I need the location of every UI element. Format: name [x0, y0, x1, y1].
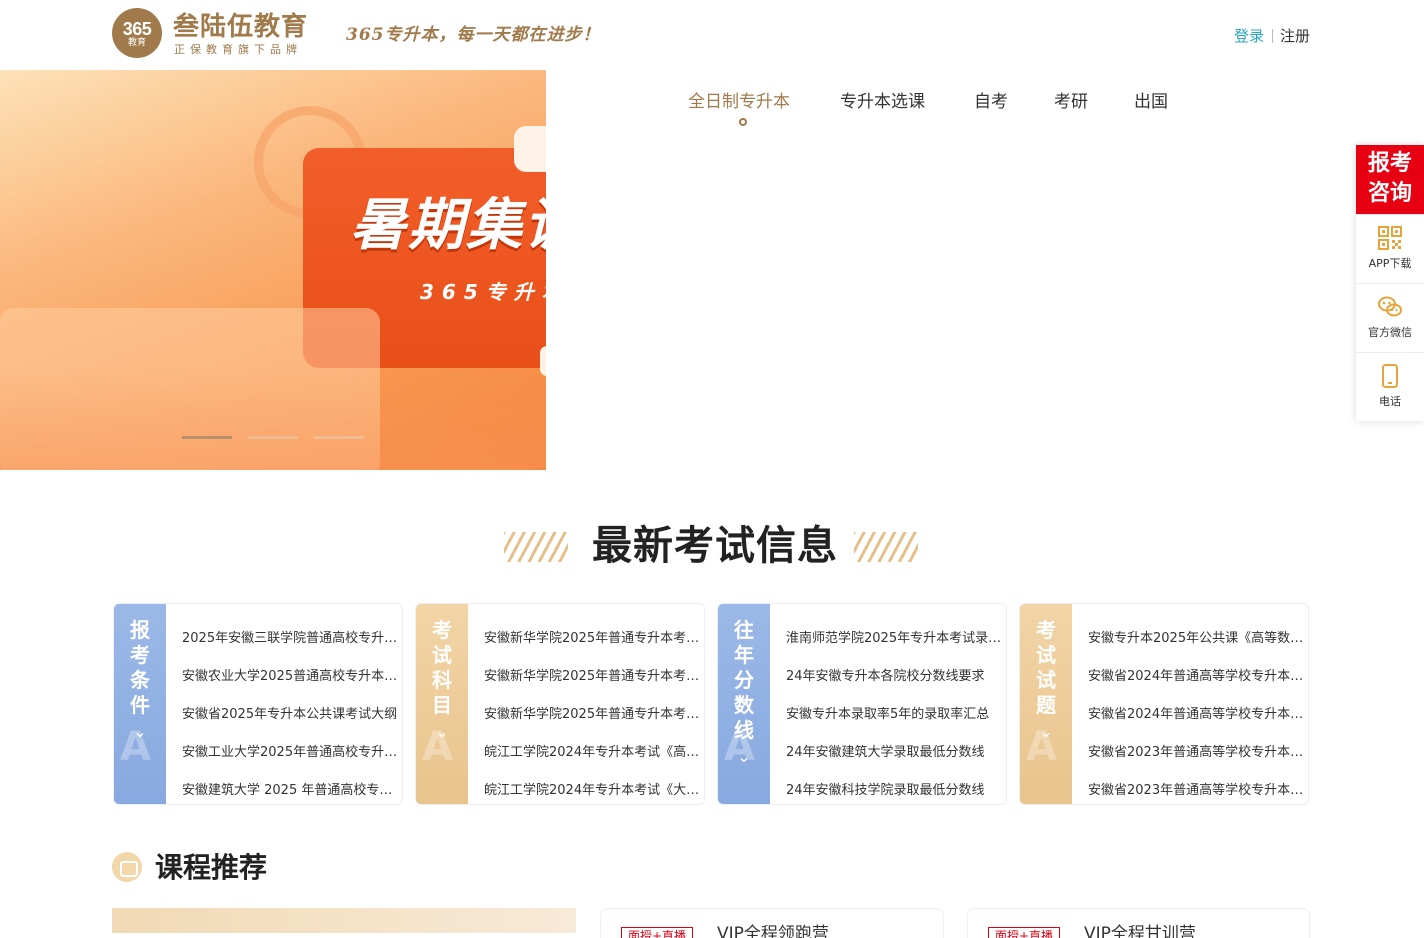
card-tag-label: 考试科目: [432, 618, 452, 717]
list-item[interactable]: 2025年安徽三联学院普通高校专升本招生简章: [182, 620, 400, 658]
nav-course-select[interactable]: 专升本选课: [840, 90, 925, 114]
chevron-down-icon: ⌄: [1039, 722, 1053, 741]
banner-title: 暑期集训: [350, 193, 546, 258]
course-name: VIP全程领跑营: [717, 924, 829, 938]
app-download-button[interactable]: APP下载: [1356, 214, 1424, 283]
brand-name: 叁陆伍教育: [173, 12, 309, 42]
list-item[interactable]: 安徽专升本2025年公共课《高等数学》真题: [1088, 620, 1306, 658]
auth-divider: [1272, 29, 1273, 43]
logo-small-text: 教育: [127, 38, 146, 48]
register-link[interactable]: 注册: [1280, 26, 1310, 46]
banner-subtitle: 365专升本: [420, 280, 546, 304]
list-item[interactable]: 安徽新华学院2025年普通专升本考试说明: [484, 696, 702, 734]
course-card[interactable]: 面授+直播 VIP全程领跑营: [600, 908, 944, 938]
nav-postgraduate[interactable]: 考研: [1054, 90, 1088, 114]
hero-banner[interactable]: 暑期集训 365专升本: [0, 70, 546, 470]
side-float-bar: 报考咨询 APP下载 官方微信 电话: [1356, 145, 1424, 421]
course-name: VIP全程甘训营: [1084, 924, 1196, 938]
phone-button[interactable]: 电话: [1356, 352, 1424, 421]
chevron-down-icon: ⌄: [435, 722, 449, 741]
list-item[interactable]: 淮南师范学院2025年专升本考试录取分数线: [786, 620, 1004, 658]
logo[interactable]: 365 教育: [112, 8, 162, 58]
phone-label: 电话: [1379, 395, 1401, 408]
qr-code-icon: [1378, 226, 1402, 250]
slogan: 365专升本，每一天都在进步！: [346, 25, 601, 45]
list-item[interactable]: 皖江工学院2024年专升本考试《大学英语》大纲: [484, 772, 702, 804]
card-tag[interactable]: A 考试试题 ⌄: [1020, 604, 1072, 804]
list-item[interactable]: 安徽建筑大学 2025 年普通高校专升本招生简章: [182, 772, 400, 804]
card-tag[interactable]: A 往年分数线 ⌄: [718, 604, 770, 804]
list-item[interactable]: 安徽专升本录取率5年的录取率汇总: [786, 696, 1004, 734]
course-banner[interactable]: [112, 908, 576, 933]
nav-self-study[interactable]: 自考: [974, 90, 1008, 114]
nav-study-abroad[interactable]: 出国: [1134, 90, 1168, 114]
list-item[interactable]: 安徽新华学院2025年普通专升本考试大纲: [484, 658, 702, 696]
banner-pill-decoration: [540, 346, 546, 376]
list-item[interactable]: 24年安徽专升本各院校分数线要求: [786, 658, 1004, 696]
heading-stripe-left: [504, 532, 568, 562]
card-tag[interactable]: A 报考条件 ⌄: [114, 604, 166, 804]
heading-stripe-right: [854, 532, 918, 562]
nav-fulltime[interactable]: 全日制专升本: [688, 90, 790, 114]
wechat-label: 官方微信: [1368, 326, 1412, 339]
list-item[interactable]: 24年安徽科技学院录取最低分数线: [786, 772, 1004, 804]
video-icon: [112, 852, 142, 882]
list-item[interactable]: 安徽新华学院2025年普通专升本考试科目: [484, 620, 702, 658]
consult-label: 报考咨询: [1367, 151, 1412, 206]
info-card-registration: A 报考条件⌄ 2025年安徽三联学院普通高校专升本招生简章 安徽农业大学202…: [113, 603, 403, 805]
chevron-down-icon: ⌄: [737, 747, 751, 766]
banner-tab-decoration: [514, 126, 546, 172]
wechat-button[interactable]: 官方微信: [1356, 283, 1424, 352]
list-item[interactable]: 安徽工业大学2025年普通高校专升本招生简章: [182, 734, 400, 772]
wechat-icon: [1378, 296, 1402, 317]
slide-dot-1[interactable]: [182, 436, 232, 439]
app-download-label: APP下载: [1368, 257, 1412, 270]
course-section-title: 课程推荐: [155, 851, 268, 884]
list-item[interactable]: 安徽省2024年普通高等学校专升本考试真题: [1088, 658, 1306, 696]
info-card-scores: A 往年分数线⌄ 淮南师范学院2025年专升本考试录取分数线 24年安徽专升本各…: [717, 603, 1007, 805]
logo-number: 365: [122, 19, 152, 39]
slide-dot-3[interactable]: [314, 436, 364, 439]
list-item[interactable]: 安徽省2025年专升本公共课考试大纲: [182, 696, 400, 734]
card-tag-label: 往年分数线: [734, 618, 754, 742]
list-item[interactable]: 安徽省2023年普通高等学校专升本英语真题: [1088, 772, 1306, 804]
brand-subtitle: 正保教育旗下品牌: [174, 43, 302, 56]
info-card-subjects: A 考试科目 ⌄ 安徽新华学院2025年普通专升本考试科目 安徽新华学院2025年…: [415, 603, 705, 805]
course-card[interactable]: 面授+直播 VIP全程甘训营: [967, 908, 1310, 938]
exam-info-title: 最新考试信息: [592, 523, 838, 569]
phone-icon: [1382, 364, 1398, 388]
list-item[interactable]: 安徽农业大学2025普通高校专升本招生简章: [182, 658, 400, 696]
consult-button[interactable]: 报考咨询: [1356, 145, 1424, 214]
nav-active-indicator: [739, 118, 747, 126]
login-link[interactable]: 登录: [1234, 26, 1264, 46]
card-tag[interactable]: A 考试科目 ⌄: [416, 604, 468, 804]
card-tag-label: 报考条件: [130, 618, 150, 717]
list-item[interactable]: 24年安徽建筑大学录取最低分数线: [786, 734, 1004, 772]
slide-dot-2[interactable]: [248, 436, 298, 439]
banner-floor-decoration: [0, 370, 546, 470]
info-card-papers: A 考试试题⌄ 安徽专升本2025年公共课《高等数学》真题 安徽省2024年普通…: [1019, 603, 1309, 805]
list-item[interactable]: 皖江工学院2024年专升本考试《高等数学》大纲: [484, 734, 702, 772]
chevron-down-icon: ⌄: [133, 722, 147, 741]
card-tag-label: 考试试题: [1036, 618, 1056, 717]
list-item[interactable]: 安徽省2023年普通高等学校专升本考试真题: [1088, 734, 1306, 772]
list-item[interactable]: 安徽省2024年普通高等学校专升本英语真题: [1088, 696, 1306, 734]
